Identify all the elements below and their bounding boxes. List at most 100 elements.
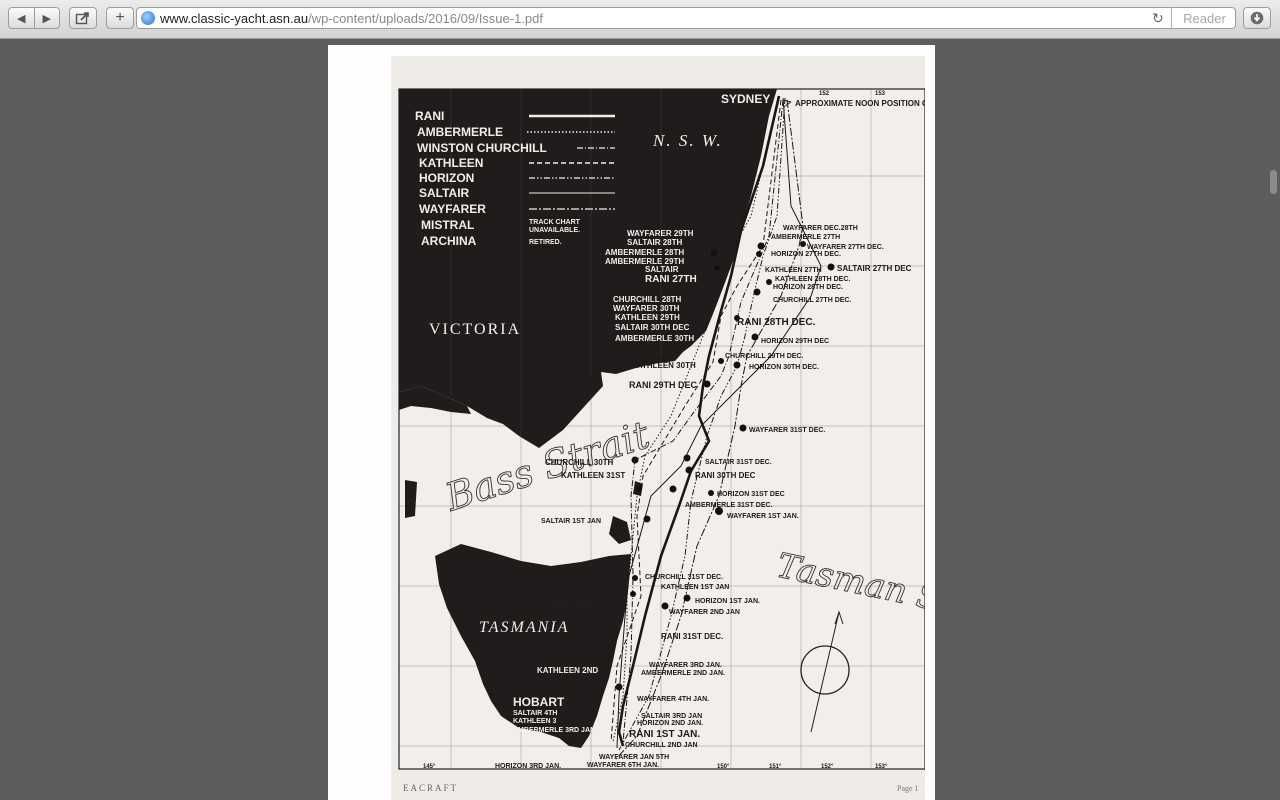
legend-note: TRACK CHART UNAVAILABLE. <box>529 219 581 234</box>
position-label: WAYFARER 4TH JAN. <box>637 696 709 703</box>
position-label: HORIZON 1ST JAN. <box>695 598 760 605</box>
url-text[interactable]: www.classic-yacht.asn.au/wp-content/uplo… <box>160 11 543 26</box>
position-label: HORIZON 31ST DEC <box>717 491 785 498</box>
position-label: RANI 28TH DEC. <box>737 317 816 328</box>
position-label: KATHLEEN 30TH <box>631 361 696 370</box>
position-label: KATHLEEN 2ND <box>537 666 598 675</box>
position-label: WAYFARER 29TH <box>627 229 694 238</box>
legend-note-text: UNAVAILABLE. <box>529 227 580 234</box>
position-label: KATHLEEN 27TH <box>765 267 822 274</box>
position-label: HORIZON 29TH DEC <box>761 338 829 345</box>
top-tick: 152 <box>819 91 830 97</box>
legend-label: RANI <box>415 109 444 123</box>
lon-tick: 151° <box>769 764 782 770</box>
bottom-label: WAYFARER 6TH JAN. <box>587 762 659 769</box>
noon-note: APPROXIMATE NOON POSITION OF ALL YACHTS … <box>795 99 925 108</box>
download-icon <box>1250 11 1264 25</box>
position-label: AMBERMERLE 30TH <box>615 334 694 343</box>
page-footer-number: Page 1 <box>897 784 919 793</box>
position-label: KATHLEEN 29TH <box>615 313 680 322</box>
url-path: /wp-content/uploads/2016/09/Issue-1.pdf <box>308 11 544 26</box>
reader-button[interactable]: Reader <box>1171 7 1237 29</box>
position-label: AMBERMERLE 2ND JAN. <box>641 670 725 677</box>
position-label: HORIZON 28TH DEC. <box>773 284 843 291</box>
download-button[interactable] <box>1243 7 1271 29</box>
position-label: SALTAIR 27TH DEC <box>837 264 912 273</box>
position-label: AMBERMERLE 31ST DEC. <box>685 502 773 509</box>
position-label: HORIZON 2ND JAN. <box>637 720 703 727</box>
legend-label: MISTRAL <box>421 218 474 232</box>
legend-label: WAYFARER <box>419 202 486 216</box>
share-button[interactable] <box>69 7 97 29</box>
browser-toolbar: ◀ ▶ + www.classic-yacht.asn.au/wp-conten… <box>0 0 1280 39</box>
position-label: HORIZON 27TH DEC. <box>771 251 841 258</box>
position-label: SALTAIR 1ST JAN <box>541 518 601 525</box>
legend-label: ARCHINA <box>421 234 477 248</box>
reload-icon[interactable]: ↻ <box>1152 10 1164 27</box>
position-label: AMBERMERLE 28TH <box>605 248 684 257</box>
position-label: AMBERMERLE 3RD JAN. <box>513 727 597 734</box>
scanned-map-image: RANI AMBERMERLE WINSTON CHURCHILL KATHLE… <box>391 56 925 800</box>
position-label: KATHLEEN 31ST <box>561 471 625 480</box>
page-footer-magazine: EACRAFT <box>403 783 459 793</box>
back-arrow-icon[interactable]: ◀ <box>9 12 34 25</box>
position-label: KATHLEEN 1ST JAN <box>661 584 729 591</box>
position-label: RANI 29TH DEC <box>629 380 698 390</box>
legend-label: AMBERMERLE <box>417 125 503 139</box>
position-label: HORIZON 30TH DEC. <box>749 364 819 371</box>
position-label: KATHLEEN 3 <box>513 718 557 725</box>
legend-note-text: TRACK CHART <box>529 219 581 226</box>
legend-note: RETIRED. <box>529 239 562 246</box>
race-track-chart: RANI AMBERMERLE WINSTON CHURCHILL KATHLE… <box>398 88 925 770</box>
position-label: CHURCHILL 28TH <box>613 295 682 304</box>
vertical-scrollbar[interactable] <box>1270 170 1277 194</box>
position-label: CHURCHILL 29TH DEC. <box>725 353 803 360</box>
legend-label: HORIZON <box>419 171 474 185</box>
position-label: RANI 27TH <box>645 274 697 285</box>
lon-tick: 150° <box>717 764 730 770</box>
position-label: RANI 31ST DEC. <box>661 632 723 641</box>
position-label: WAYFARER 31ST DEC. <box>749 427 825 434</box>
position-label: KATHLEEN 28TH DEC. <box>775 276 850 283</box>
island <box>405 480 417 518</box>
region-label-victoria: VICTORIA <box>429 321 521 338</box>
legend-label: WINSTON CHURCHILL <box>417 141 547 155</box>
bottom-label: HORIZON 3RD JAN. <box>495 763 561 770</box>
position-label: WAYFARER JAN 5TH <box>599 754 669 761</box>
position-label: SALTAIR 30TH DEC <box>615 323 690 332</box>
position-label: SALTAIR <box>645 265 679 274</box>
position-label: CHURCHILL 27TH DEC. <box>773 297 851 304</box>
lon-tick: 145° <box>423 764 436 770</box>
position-label: SALTAIR 28TH <box>627 238 682 247</box>
position-label: AMBERMERLE 27TH <box>771 234 840 241</box>
lon-tick: 153° <box>875 764 888 770</box>
position-label: WAYFARER 27TH DEC. <box>807 244 884 251</box>
position-label: WAYFARER 2ND JAN <box>669 609 740 616</box>
globe-icon <box>141 11 155 25</box>
lon-tick: 152° <box>821 764 834 770</box>
top-tick: 153 <box>875 91 886 97</box>
add-bookmark-button[interactable]: + <box>106 7 134 29</box>
position-label: CHURCHILL 30TH <box>545 458 614 467</box>
nav-button-group: ◀ ▶ <box>8 7 60 29</box>
address-bar[interactable]: www.classic-yacht.asn.au/wp-content/uplo… <box>136 7 1236 29</box>
position-label: RANI 1ST JAN. <box>629 729 700 740</box>
region-label-tasmania: TASMANIA <box>479 619 569 636</box>
position-label: SALTAIR 4TH <box>513 710 557 717</box>
forward-arrow-icon[interactable]: ▶ <box>35 12 60 25</box>
position-label: CHURCHILL 2ND JAN <box>625 742 698 749</box>
position-label: SALTAIR 31ST DEC. <box>705 459 772 466</box>
port-label-sydney: SYDNEY <box>721 92 770 106</box>
position-label: SALTAIR 3RD JAN <box>641 713 702 720</box>
position-label: WAYFARER DEC.28TH <box>783 225 858 232</box>
position-label: RANI 30TH DEC <box>695 471 756 480</box>
position-label: SALTAIR 2ND <box>551 594 603 603</box>
plus-icon: + <box>115 9 125 26</box>
position-label: WAYFARER 3RD JAN. <box>649 662 722 669</box>
legend-label: KATHLEEN <box>419 156 483 170</box>
position-label: AMBERMERLE 1ST <box>551 581 625 590</box>
url-host: www.classic-yacht.asn.au <box>160 11 309 26</box>
position-label: WAYFARER 1ST JAN. <box>727 513 799 520</box>
port-label-hobart: HOBART <box>513 695 565 709</box>
region-label-nsw: N. S. W. <box>652 131 723 150</box>
